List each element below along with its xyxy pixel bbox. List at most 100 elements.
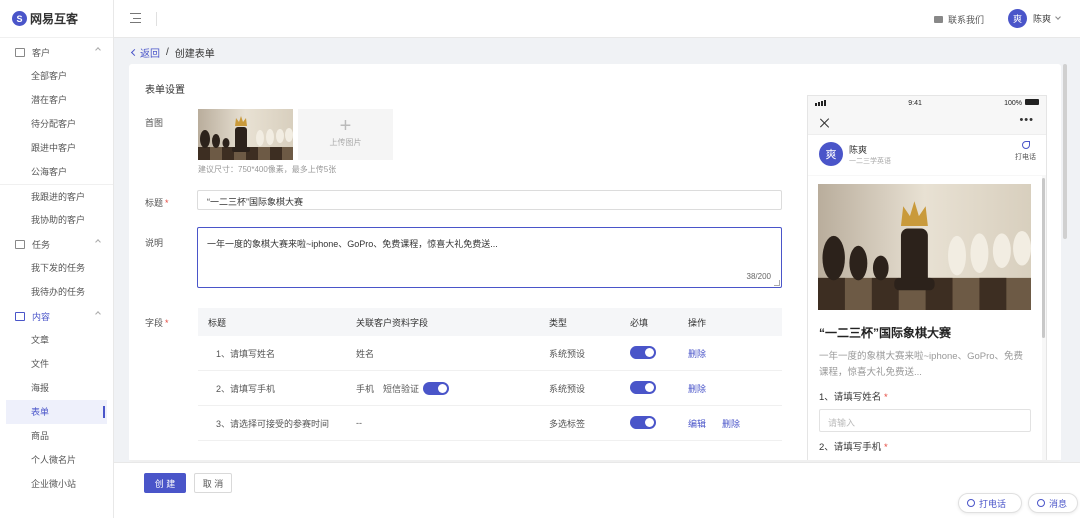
chess-photo xyxy=(198,109,293,160)
phone-navbar: ••• xyxy=(808,110,1046,135)
customer-icon xyxy=(15,47,25,57)
delete-link[interactable]: 删除 xyxy=(688,347,706,360)
linked-field: 手机 xyxy=(356,383,375,394)
preview-question-2: 2、请填写手机 * xyxy=(819,439,888,453)
phone-icon xyxy=(1021,141,1030,149)
table-header: 标题 关联客户资料字段 类型 必填 操作 xyxy=(198,308,782,336)
menu-toggle-icon[interactable] xyxy=(130,13,141,23)
sidebar-item-all-customers[interactable]: 全部客户 xyxy=(0,64,113,88)
sidebar-group-content[interactable]: 内容 xyxy=(0,304,113,328)
task-icon xyxy=(15,239,25,249)
sidebar-item-products[interactable]: 商品 xyxy=(0,424,113,448)
battery-percent: 100% xyxy=(1004,100,1022,107)
upload-label: 上传图片 xyxy=(329,138,362,147)
author-subtitle: 一二三学英语 xyxy=(849,158,891,165)
delete-link[interactable]: 删除 xyxy=(688,382,706,395)
contact-us-label: 联系我们 xyxy=(947,15,984,25)
call-fab[interactable]: 打电话 xyxy=(958,493,1022,513)
fields-label-text: 字段 xyxy=(145,318,164,328)
sidebar-item-unassigned-customers[interactable]: 待分配客户 xyxy=(0,112,113,136)
user-menu[interactable]: 爽 陈爽 xyxy=(1007,9,1061,28)
title-input[interactable]: “一二三杯”国际象棋大赛 xyxy=(197,190,782,210)
close-icon[interactable] xyxy=(819,117,830,128)
message-fab[interactable]: 消息 xyxy=(1028,493,1078,513)
author-card: 爽 陈爽 一二三学英语 打电话 xyxy=(808,135,1046,175)
sidebar-item-personal-card[interactable]: 个人微名片 xyxy=(0,448,113,472)
column-header: 操作 xyxy=(688,317,707,328)
sidebar-group-label: 内容 xyxy=(32,311,51,322)
back-label: 返回 xyxy=(140,49,160,60)
fields-label: 字段 * xyxy=(145,316,169,329)
author-name: 陈爽 xyxy=(849,145,868,155)
breadcrumb-separator: / xyxy=(166,47,169,58)
preview-name-input[interactable]: 请输入 xyxy=(819,409,1031,432)
linked-field: -- xyxy=(356,418,362,428)
sidebar-item-forms[interactable]: 表单 xyxy=(6,400,107,424)
create-button[interactable]: 创 建 xyxy=(144,473,186,493)
sidebar-item-public-customers[interactable]: 公海客户 xyxy=(0,160,113,184)
delete-link[interactable]: 删除 xyxy=(722,417,740,430)
column-header: 必填 xyxy=(630,317,649,328)
chevron-up-icon xyxy=(95,311,101,317)
contact-us-link[interactable]: 联系我们 xyxy=(933,13,984,26)
required-mark: * xyxy=(165,318,169,328)
description-label: 说明 xyxy=(145,238,164,248)
sidebar-item-assisted-customers[interactable]: 我协助的客户 xyxy=(0,208,113,232)
sidebar-group-customer[interactable]: 客户 xyxy=(0,40,113,64)
sidebar-group-task[interactable]: 任务 xyxy=(0,232,113,256)
description-textarea[interactable]: 一年一度的象棋大赛来啦~iphone、GoPro、免费课程，惊喜大礼免费送...… xyxy=(197,227,782,288)
sidebar-item-articles[interactable]: 文章 xyxy=(0,328,113,352)
page-scrollbar[interactable] xyxy=(1063,64,1067,239)
phone-status-bar: 9:41 100% xyxy=(808,96,1046,110)
logo[interactable]: S 网易互客 xyxy=(0,0,113,38)
plus-icon: + xyxy=(339,115,352,137)
more-icon[interactable]: ••• xyxy=(1019,114,1034,126)
required-toggle[interactable] xyxy=(630,380,656,394)
sidebar-item-files[interactable]: 文件 xyxy=(0,352,113,376)
form-settings-card: 表单设置 首图 + 上传图片 建议尺寸：750*400像素，最多上传5张 标题 … xyxy=(129,64,1061,462)
breadcrumb: 返回 / 创建表单 xyxy=(130,45,215,60)
call-button[interactable]: 打电话 xyxy=(1015,141,1036,162)
section-title: 表单设置 xyxy=(145,85,185,96)
sidebar-item-mini-site[interactable]: 企业微小站 xyxy=(0,472,113,496)
required-mark: * xyxy=(883,392,888,403)
sidebar-item-potential-customers[interactable]: 潜在客户 xyxy=(0,88,113,112)
preview-description: 一年一度的象棋大赛来啦~iphone、GoPro、免费课程，惊喜大礼免费送... xyxy=(819,351,1024,378)
call-fab-label: 打电话 xyxy=(979,498,1007,509)
column-header: 标题 xyxy=(208,317,227,328)
upload-image-button[interactable]: + 上传图片 xyxy=(298,109,393,160)
resize-handle[interactable] xyxy=(774,280,780,286)
sidebar-item-following-customers[interactable]: 跟进中客户 xyxy=(0,136,113,160)
field-title: 2、请填写手机 xyxy=(216,383,276,394)
cancel-button[interactable]: 取 消 xyxy=(194,473,232,493)
sms-verify-toggle[interactable] xyxy=(423,381,450,395)
chevron-up-icon xyxy=(95,47,101,53)
required-mark: * xyxy=(883,442,888,453)
sidebar-item-my-customers[interactable]: 我跟进的客户 xyxy=(0,184,113,208)
edit-link[interactable]: 编辑 xyxy=(688,417,706,430)
table-row: 2、请填写手机 手机 短信验证 系统预设 删除 xyxy=(198,371,782,406)
page-title: 创建表单 xyxy=(174,49,215,60)
upload-hint: 建议尺寸：750*400像素，最多上传5张 xyxy=(198,165,337,174)
preview-scrollbar[interactable] xyxy=(1042,178,1045,338)
back-link[interactable]: 返回 xyxy=(130,45,160,60)
sidebar-group-label: 任务 xyxy=(32,239,51,250)
question-label: 1、请填写姓名 xyxy=(819,392,882,403)
logo-text: 网易互客 xyxy=(30,12,79,26)
required-mark: * xyxy=(165,198,169,208)
required-toggle[interactable] xyxy=(630,415,656,429)
field-type: 多选标签 xyxy=(549,418,586,429)
sidebar-item-todo-tasks[interactable]: 我待办的任务 xyxy=(0,280,113,304)
linked-field-cell: 手机 短信验证 xyxy=(356,381,549,395)
sidebar-item-issued-tasks[interactable]: 我下发的任务 xyxy=(0,256,113,280)
required-toggle[interactable] xyxy=(630,345,656,359)
sidebar-item-posters[interactable]: 海报 xyxy=(0,376,113,400)
chevron-left-icon xyxy=(130,48,139,57)
cover-image-thumbnail[interactable] xyxy=(198,109,293,160)
chat-icon xyxy=(1037,499,1045,507)
header-divider xyxy=(156,12,157,26)
chevron-down-icon xyxy=(1055,14,1061,20)
field-title: 3、请选择可接受的参赛时间 xyxy=(216,418,330,429)
preview-title: “一二三杯”国际象棋大赛 xyxy=(819,326,952,340)
char-counter: 38/200 xyxy=(746,272,771,281)
